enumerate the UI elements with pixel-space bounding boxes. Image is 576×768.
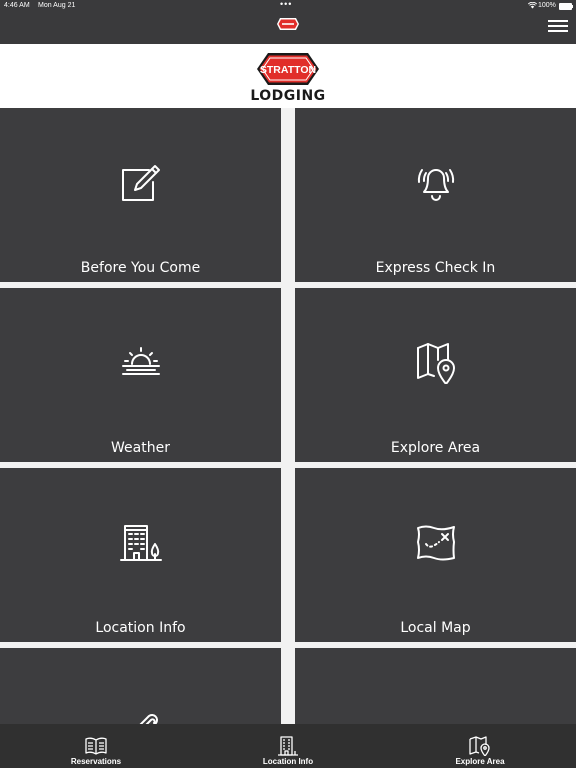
tile-label: Weather [111, 440, 170, 456]
wifi-icon [528, 2, 537, 9]
multitasking-dots-icon[interactable]: ••• [280, 0, 292, 9]
paperclip-icon [139, 714, 158, 724]
feature-grid: Before You Come Express Check In Weather [0, 108, 576, 724]
tile-express-check-in[interactable]: Express Check In [295, 108, 576, 282]
tile-weather[interactable]: Weather [0, 288, 281, 462]
person-icon [414, 700, 458, 724]
tile-label: Before You Come [80, 260, 201, 276]
tile-local-map[interactable]: Local Map [295, 468, 576, 642]
tab-location-info[interactable]: Location Info [192, 724, 384, 768]
status-date: Mon Aug 21 [38, 2, 76, 9]
tile-explore-area[interactable]: Explore Area [295, 288, 576, 462]
battery-icon [559, 3, 572, 10]
nav-bar [0, 12, 576, 44]
stratton-logo: STRATTON [257, 53, 319, 85]
hamburger-menu-button[interactable] [548, 20, 568, 36]
status-bar: 4:46 AM Mon Aug 21 ••• 100% [0, 0, 576, 12]
tile-label: Local Map [400, 620, 471, 636]
status-time: 4:46 AM [4, 2, 30, 9]
building-icon [119, 525, 162, 561]
tab-label: Explore Area [455, 757, 505, 766]
tab-label: Reservations [70, 757, 122, 766]
sunrise-icon [121, 347, 160, 375]
map-pin-icon [416, 343, 455, 384]
bell-alert-icon [417, 169, 454, 201]
tile-label: Express Check In [375, 260, 496, 276]
tile-location-info[interactable]: Location Info [0, 468, 281, 642]
book-icon [85, 737, 107, 755]
stratton-logo-small[interactable] [276, 17, 300, 31]
building-icon [278, 736, 298, 756]
treasure-map-icon [416, 525, 455, 561]
edit-note-icon [121, 165, 160, 201]
tab-explore-area[interactable]: Explore Area [384, 724, 576, 768]
brand-name: STRATTON [260, 64, 316, 76]
bottom-tab-bar: Reservations Location Info Explore Area [0, 724, 576, 768]
tile-attachments[interactable] [0, 648, 281, 724]
map-pin-icon [469, 736, 490, 756]
tile-label: Location Info [95, 620, 186, 636]
tile-label: Explore Area [390, 440, 481, 456]
tab-label: Location Info [262, 757, 314, 766]
tile-profile[interactable] [295, 648, 576, 724]
tile-before-you-come[interactable]: Before You Come [0, 108, 281, 282]
battery-percent: 100% [538, 2, 556, 9]
header-logo: STRATTON LODGING [0, 44, 576, 108]
brand-subtitle: LODGING [250, 88, 326, 104]
tab-reservations[interactable]: Reservations [0, 724, 192, 768]
